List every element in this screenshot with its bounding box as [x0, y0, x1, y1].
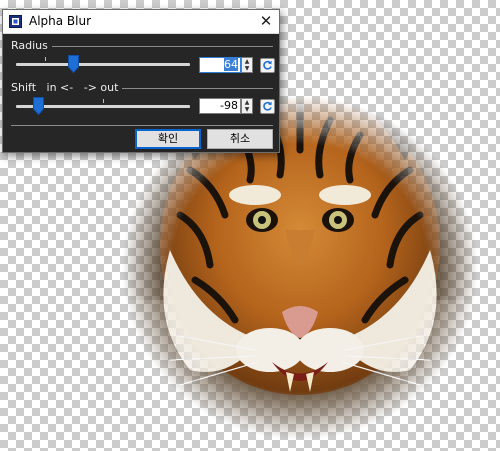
button-separator	[11, 125, 273, 126]
shift-out-label: -> out	[83, 81, 119, 94]
shift-value-input[interactable]: -98	[199, 98, 241, 114]
radius-label: Radius	[11, 39, 52, 52]
alpha-blur-dialog: Alpha Blur ✕ Radius 64 ▲ ▼ Shift in <- -…	[2, 9, 280, 153]
radius-value-input[interactable]: 64	[199, 57, 241, 73]
reset-icon	[263, 60, 272, 70]
shift-in-label: in <-	[46, 81, 74, 94]
shift-label-text: Shift	[11, 81, 37, 94]
ok-button[interactable]: 확인	[135, 129, 201, 149]
shift-value: -98	[220, 99, 238, 112]
radius-slider-track[interactable]	[16, 63, 190, 66]
spin-up-icon[interactable]: ▲	[242, 58, 252, 65]
shift-spin-buttons[interactable]: ▲ ▼	[241, 98, 253, 114]
reset-icon	[263, 101, 272, 111]
shift-label: Shift in <- -> out	[11, 81, 123, 94]
close-icon[interactable]: ✕	[255, 11, 277, 31]
shift-reset-button[interactable]	[260, 99, 275, 114]
shift-slider-thumb[interactable]	[33, 97, 45, 115]
spin-up-icon[interactable]: ▲	[242, 99, 252, 106]
cancel-button[interactable]: 취소	[207, 129, 273, 149]
shift-slider-tick	[103, 99, 104, 103]
title-bar[interactable]: Alpha Blur ✕	[3, 10, 279, 34]
radius-reset-button[interactable]	[260, 58, 275, 73]
radius-spin-buttons[interactable]: ▲ ▼	[241, 57, 253, 73]
radius-value: 64	[224, 58, 238, 71]
dialog-title: Alpha Blur	[29, 14, 92, 28]
spin-down-icon[interactable]: ▼	[242, 65, 252, 72]
spin-down-icon[interactable]: ▼	[242, 106, 252, 113]
radius-slider-tick	[45, 57, 46, 61]
radius-slider-thumb[interactable]	[67, 55, 79, 73]
app-icon	[9, 15, 22, 28]
